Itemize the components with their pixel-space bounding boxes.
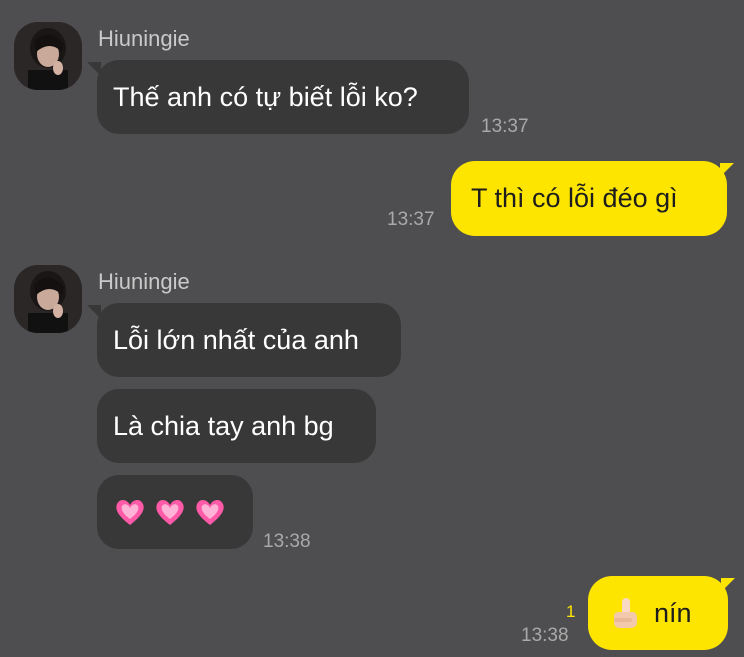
message-timestamp: 13:38	[263, 531, 311, 552]
avatar[interactable]	[14, 22, 82, 90]
bubble-tail	[721, 578, 735, 592]
message-timestamp: 13:37	[481, 116, 529, 137]
message-bubble[interactable]: Là chia tay anh bg	[97, 389, 376, 463]
heart-icon	[196, 499, 224, 525]
avatar[interactable]	[14, 265, 82, 333]
unread-count: 1	[566, 602, 576, 621]
message-timestamp: 13:37	[387, 209, 435, 230]
bubble-tail	[720, 163, 734, 177]
message-bubble[interactable]: nín	[588, 576, 728, 650]
heart-icon	[156, 499, 184, 525]
emoji-bubble[interactable]	[97, 475, 253, 549]
message-text: nín	[654, 597, 692, 628]
heart-icon	[116, 499, 144, 525]
message-bubble[interactable]: Thế anh có tự biết lỗi ko?	[97, 60, 469, 134]
message-timestamp: 13:38	[521, 625, 569, 646]
message-bubble[interactable]: T thì có lỗi đéo gì	[451, 161, 727, 236]
pointing-finger-icon	[614, 598, 637, 628]
sender-name: Hiuningie	[98, 269, 190, 294]
message-bubble[interactable]: Lỗi lớn nhất của anh	[97, 303, 401, 377]
sender-name: Hiuningie	[98, 26, 190, 51]
